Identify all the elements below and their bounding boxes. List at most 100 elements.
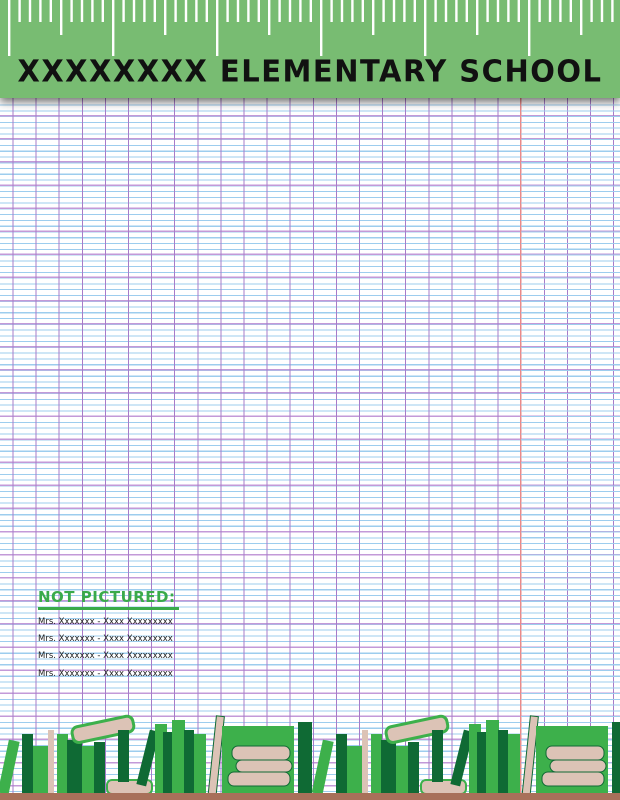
ruler-tick [434, 0, 437, 22]
ruler-tick [195, 0, 198, 22]
book [549, 759, 607, 773]
book [82, 746, 94, 794]
ruler-tick [268, 0, 271, 35]
ruler-tick [226, 0, 229, 22]
ruler-tick [351, 0, 354, 22]
ruler-tick [538, 0, 541, 22]
ruler-tick [320, 0, 323, 56]
ruler-tick [143, 0, 146, 22]
book [311, 739, 334, 794]
ruler-tick [278, 0, 281, 22]
ruler-tick [247, 0, 250, 22]
ruler-tick [486, 0, 489, 22]
book [486, 720, 499, 794]
book [0, 739, 20, 794]
ruler-tick [517, 0, 520, 22]
ruler-tick [309, 0, 312, 22]
ruler-tick [403, 0, 406, 22]
book [381, 740, 396, 794]
ruler-tick [424, 0, 427, 56]
book [336, 734, 347, 794]
ruler-tick [122, 0, 125, 22]
book [298, 722, 312, 794]
ruler-tick [236, 0, 240, 22]
ruler-tick [465, 0, 468, 22]
book [22, 734, 33, 794]
book [33, 746, 48, 794]
margin-area [521, 100, 620, 800]
ruler-tick [507, 0, 510, 22]
ruler-tick [184, 0, 188, 22]
book [545, 745, 605, 761]
shelf [0, 793, 620, 800]
ruler-tick [80, 0, 84, 22]
ruler-tick [413, 0, 416, 22]
book-group [0, 714, 312, 794]
ruler-tick [496, 0, 500, 22]
ruler-tick [590, 0, 593, 22]
not-pictured-entry: Mrs. Xxxxxxx - Xxxx Xxxxxxxxx [38, 617, 173, 627]
book [118, 730, 129, 782]
ruler-tick [164, 0, 167, 35]
ruler-tick [299, 0, 302, 22]
ruler-tick [132, 0, 136, 22]
ruler-tick [611, 0, 614, 22]
ruler-tick [101, 0, 104, 22]
book [57, 734, 68, 794]
ruler-tick [340, 0, 344, 22]
ruler-tick [8, 0, 11, 56]
ruler-tick [257, 0, 260, 22]
bookshelf-illustration [0, 714, 620, 794]
book [172, 720, 185, 794]
book [498, 730, 508, 794]
ruler-tick [49, 0, 52, 22]
ruler-tick [559, 0, 562, 22]
book [371, 734, 382, 794]
ruler-tick [91, 0, 94, 22]
ruler-tick [528, 0, 531, 56]
ruler-tick [112, 0, 115, 56]
book [235, 759, 293, 773]
book [194, 734, 206, 794]
not-pictured-entry: Mrs. Xxxxxxx - Xxxx Xxxxxxxxx [38, 651, 173, 662]
not-pictured-entry: Mrs. Xxxxxxx - Xxxx Xxxxxxxxx [38, 668, 173, 679]
ruler-header: XXXXXXXX ELEMENTARY SCHOOL [0, 0, 620, 98]
ruler-tick [382, 0, 385, 22]
ruler-tick [372, 0, 375, 35]
ruler-tick [580, 0, 583, 35]
ruler-tick [361, 0, 364, 22]
book [396, 746, 408, 794]
ruler-tick [600, 0, 604, 22]
book [207, 715, 225, 794]
ruler-tick [174, 0, 177, 22]
book [508, 734, 520, 794]
ruler-tick [569, 0, 572, 22]
book [347, 746, 362, 794]
book [231, 745, 291, 761]
ruler-tick [70, 0, 73, 22]
ruler-tick [28, 0, 32, 22]
ruler-tick [392, 0, 396, 22]
ruler-tick [444, 0, 448, 22]
book [362, 730, 368, 794]
ruler-tick [476, 0, 479, 35]
book [521, 715, 539, 794]
ruler-tick [455, 0, 458, 22]
book [227, 771, 291, 787]
book [432, 730, 443, 782]
ruler-tick [548, 0, 552, 22]
not-pictured-section: NOT PICTURED: Mrs. Xxxxxxx - Xxxx Xxxxxx… [38, 588, 179, 683]
book [94, 742, 105, 794]
ruler-tick [330, 0, 333, 22]
ruler-tick [60, 0, 63, 35]
book [541, 771, 605, 787]
ruler-tick [205, 0, 208, 22]
book [408, 742, 419, 794]
ruler-tick [288, 0, 292, 22]
school-title: XXXXXXXX ELEMENTARY SCHOOL [17, 53, 603, 89]
book [612, 722, 620, 794]
book-group [311, 714, 620, 794]
ruler-ticks [8, 0, 614, 56]
ruler-tick [18, 0, 21, 22]
not-pictured-entry: Mrs. Xxxxxxx - Xxxx Xxxxxxxxx [38, 634, 173, 645]
